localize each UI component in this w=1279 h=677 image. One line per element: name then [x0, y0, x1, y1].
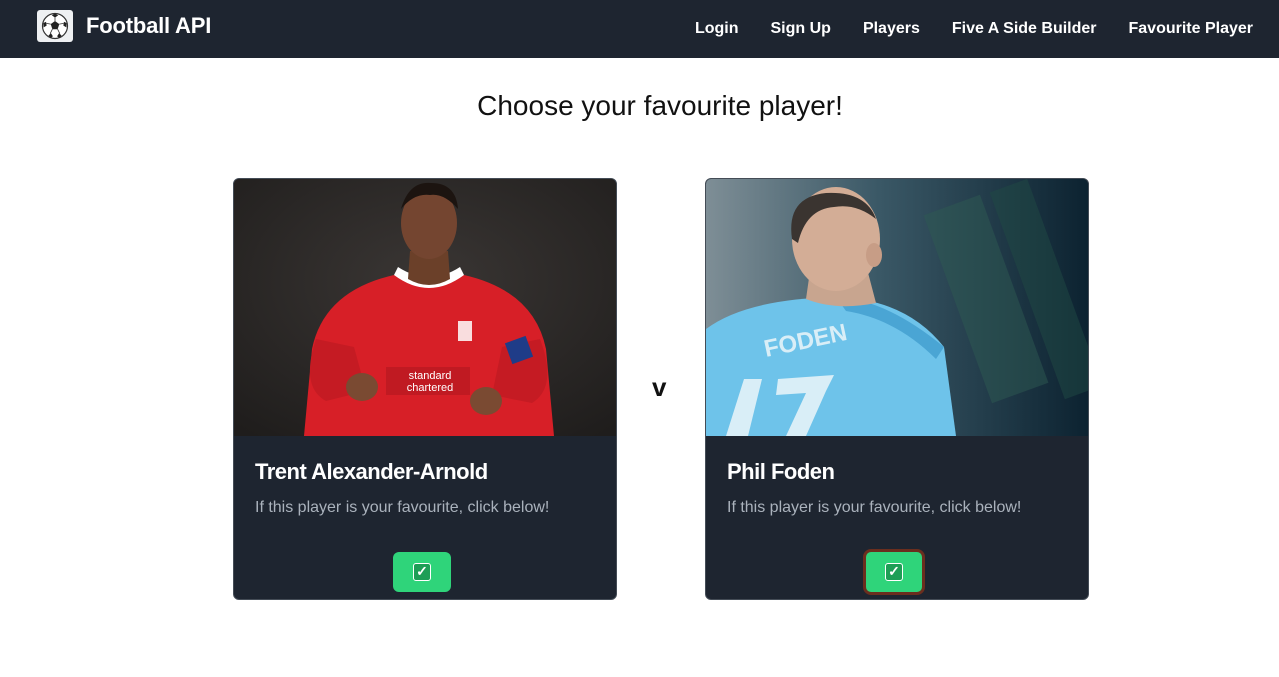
svg-text:chartered: chartered: [407, 382, 453, 394]
player-name-right: Phil Foden: [727, 459, 835, 484]
nav-five-a-side-builder[interactable]: Five A Side Builder: [952, 20, 1097, 38]
brand-name: Football API: [86, 13, 212, 38]
check-mark-icon: ✓: [413, 563, 431, 581]
page-title: Choose your favourite player!: [477, 90, 843, 121]
player-photo-left: standard chartered: [234, 179, 616, 436]
check-mark-icon: ✓: [885, 563, 903, 581]
navbar: Football API Login Sign Up Players Five …: [0, 0, 1279, 58]
versus-label: v: [652, 372, 667, 402]
brand-link[interactable]: Football API: [37, 10, 211, 42]
player-prompt-left: If this player is your favourite, click …: [255, 499, 550, 516]
nav-links: Login Sign Up Players Five A Side Builde…: [663, 0, 1253, 58]
choose-player-right-button[interactable]: ✓: [863, 549, 925, 595]
player-photo-right: FODEN: [706, 179, 1088, 436]
soccer-ball-icon: [37, 10, 73, 42]
choose-player-left-button[interactable]: ✓: [393, 552, 451, 592]
nav-sign-up[interactable]: Sign Up: [771, 20, 831, 38]
player-card-right: FODEN Phil Foden If this player is your …: [705, 178, 1089, 600]
nav-favourite-player[interactable]: Favourite Player: [1129, 20, 1254, 38]
svg-text:standard: standard: [409, 370, 452, 382]
player-name-left: Trent Alexander-Arnold: [255, 459, 488, 484]
nav-players[interactable]: Players: [863, 20, 920, 38]
player-prompt-right: If this player is your favourite, click …: [727, 499, 1022, 516]
player-card-left: standard chartered Trent Alexander-Arnol…: [233, 178, 617, 600]
nav-login[interactable]: Login: [695, 20, 739, 38]
